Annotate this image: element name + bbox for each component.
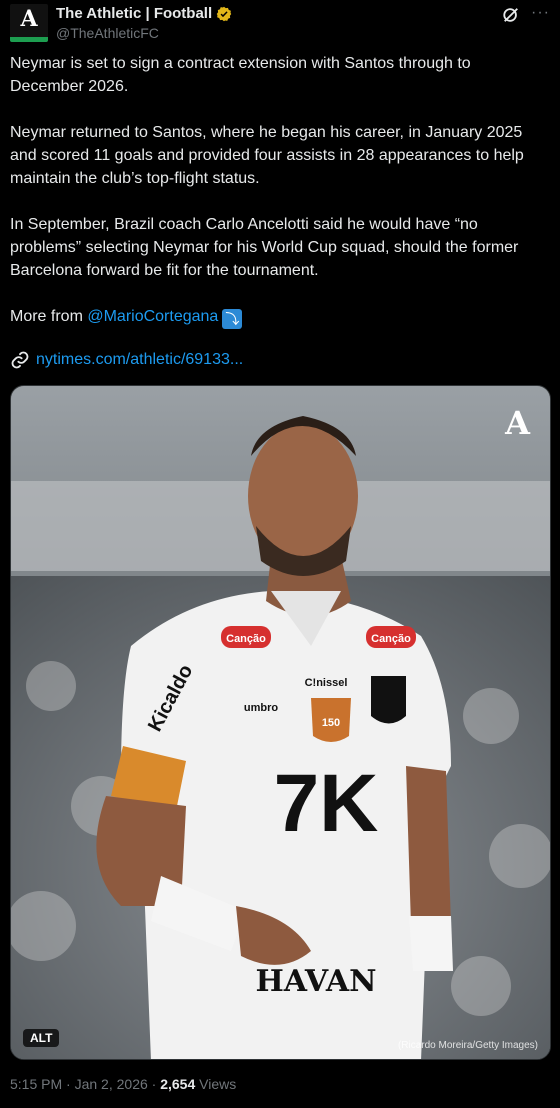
tweet-paragraph: Neymar is set to sign a contract extensi… — [10, 55, 476, 95]
views-count: 2,654 — [160, 1076, 196, 1092]
views-label: Views — [195, 1076, 237, 1092]
tweet-meta: 5:15 PM · Jan 2, 2026 · 2,654 Views — [10, 1076, 236, 1092]
avatar-bar — [10, 37, 48, 42]
more-options-icon[interactable]: ··· — [531, 4, 550, 22]
avatar[interactable]: A — [10, 4, 48, 42]
article-link-row[interactable]: nytimes.com/athletic/69133... — [10, 350, 243, 370]
display-name[interactable]: The Athletic | Football — [56, 4, 212, 24]
tweet-paragraph: In September, Brazil coach Carlo Ancelot… — [10, 216, 523, 279]
sponsor-bottom: HAVAN — [255, 964, 376, 999]
player-photo: Canção Canção umbro C!nissel 150 7K Kica… — [11, 386, 550, 1059]
tweet-time[interactable]: 5:15 PM — [10, 1076, 62, 1092]
sponsor-small: C!nissel — [305, 677, 348, 689]
meta-separator: · — [62, 1076, 75, 1092]
link-icon — [11, 351, 29, 369]
mention-link[interactable]: @MarioCortegana — [87, 308, 218, 325]
account-names: The Athletic | Football @TheAthleticFC — [56, 4, 232, 42]
avatar-letter: A — [20, 6, 38, 32]
grok-icon[interactable] — [502, 6, 520, 24]
meta-separator: · — [147, 1076, 161, 1092]
verified-badge-icon — [216, 6, 232, 22]
handle[interactable]: @TheAthleticFC — [56, 24, 232, 42]
photo-credit: (Ricardo Moreira/Getty Images) — [397, 1040, 538, 1051]
tweet-body: Neymar is set to sign a contract extensi… — [10, 52, 546, 352]
sponsor-top-right: Canção — [371, 633, 411, 645]
crest-label: 150 — [322, 717, 340, 729]
sponsor-chest: 7K — [274, 758, 379, 849]
more-from-line: More from @MarioCortegana ⤵ — [10, 305, 546, 329]
shirt-brand: umbro — [244, 702, 279, 714]
article-link[interactable]: nytimes.com/athletic/69133... — [36, 351, 243, 369]
tweet-photo[interactable]: Canção Canção umbro C!nissel 150 7K Kica… — [10, 385, 551, 1060]
tweet-date[interactable]: Jan 2, 2026 — [75, 1076, 148, 1092]
sponsor-top-left: Canção — [226, 633, 266, 645]
display-name-row[interactable]: The Athletic | Football — [56, 4, 232, 24]
tweet-header: A The Athletic | Football @TheAthleticFC… — [10, 4, 550, 44]
more-from-prefix: More from — [10, 308, 88, 325]
athletic-watermark-logo: A — [505, 404, 530, 442]
tweet-paragraph: Neymar returned to Santos, where he bega… — [10, 124, 529, 187]
alt-text-button[interactable]: ALT — [23, 1029, 60, 1047]
arrow-down-emoji-icon: ⤵ — [222, 309, 243, 329]
